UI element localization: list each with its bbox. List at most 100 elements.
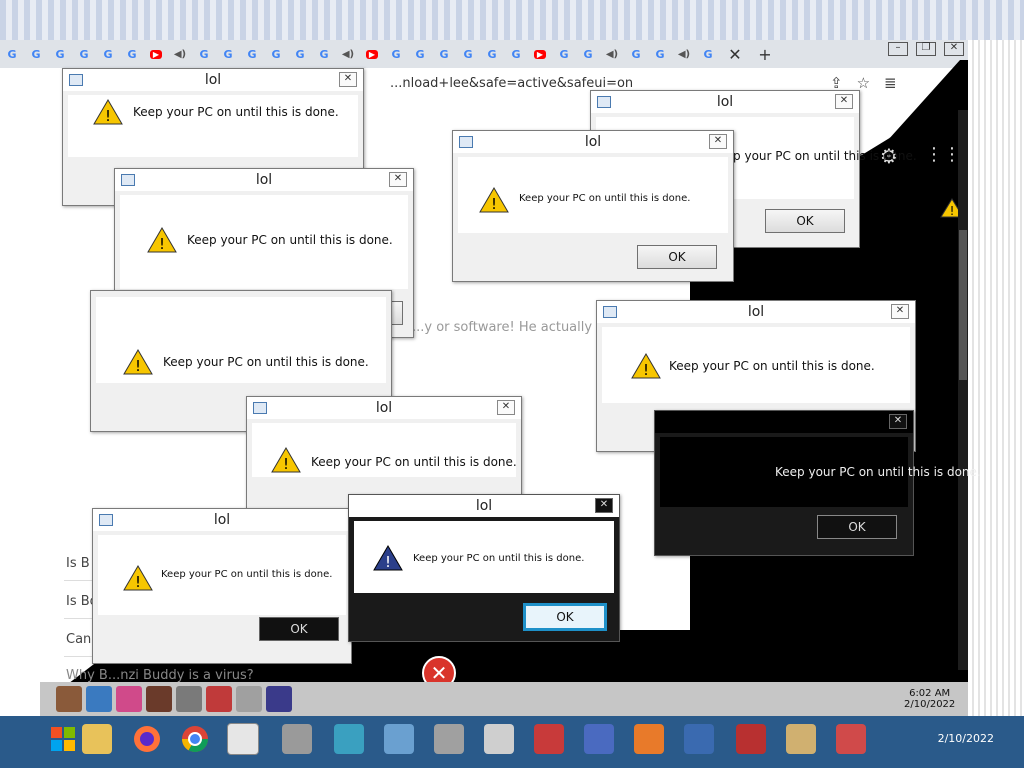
dialog-message: Keep your PC on until this is done. xyxy=(311,455,517,469)
svg-text:!: ! xyxy=(385,553,391,571)
ok-button[interactable]: OK xyxy=(637,245,717,269)
dialog-titlebar: lol ✕ xyxy=(597,301,915,323)
close-icon[interactable]: ✕ xyxy=(339,72,357,87)
app-icon[interactable] xyxy=(146,686,172,712)
firefox-logo xyxy=(134,726,160,752)
dialog-titlebar: lol ✕ xyxy=(115,169,413,191)
svg-text:!: ! xyxy=(105,107,111,125)
dialog-title: lol xyxy=(255,172,273,188)
svg-text:!: ! xyxy=(283,455,289,473)
close-icon[interactable]: ✕ xyxy=(889,414,907,429)
svg-text:!: ! xyxy=(135,357,141,375)
app-icon[interactable] xyxy=(430,720,468,758)
ghost-clock: 6:02 AM 2/10/2022 xyxy=(904,688,955,710)
scrollbar[interactable] xyxy=(958,110,968,670)
app-icon[interactable] xyxy=(116,686,142,712)
dialog-title: lol xyxy=(475,498,493,514)
close-icon[interactable]: ✕ xyxy=(709,134,727,149)
app-icon[interactable] xyxy=(782,720,820,758)
clock-time: 6:02 AM xyxy=(909,688,951,699)
dialog-title: lol xyxy=(747,304,765,320)
chrome-icon[interactable] xyxy=(176,720,214,758)
close-icon[interactable]: ✕ xyxy=(389,172,407,187)
app-icon[interactable] xyxy=(176,686,202,712)
app-icon[interactable] xyxy=(56,686,82,712)
ok-button[interactable]: OK xyxy=(765,209,845,233)
media-player-icon[interactable] xyxy=(630,720,668,758)
dialog-message: Keep your PC on until this is done. xyxy=(775,465,981,479)
app-icon[interactable] xyxy=(480,720,518,758)
svg-text:!: ! xyxy=(950,204,955,218)
app-icon[interactable] xyxy=(680,720,718,758)
dialog-message: Keep your PC on until this is done. xyxy=(163,355,369,369)
app-icon[interactable] xyxy=(266,686,292,712)
warning-icon: ! xyxy=(479,187,509,213)
message-dialog-front: lol ✕ ! Keep your PC on until this is don… xyxy=(348,494,620,642)
dialog-message: Keep your PC on until this is done. xyxy=(187,233,393,247)
dialog-message: Keep your PC on until this is done. xyxy=(133,105,339,119)
dialog-message: Keep your PC on until this is done. xyxy=(161,569,333,580)
folder-icon[interactable] xyxy=(78,720,116,758)
warning-icon: ! xyxy=(93,99,123,125)
search-snippet[interactable]: Why B...nzi Buddy is a virus? xyxy=(66,668,254,683)
app-icon[interactable] xyxy=(330,720,368,758)
dialog-titlebar: ✕ xyxy=(655,411,913,433)
app-icon[interactable] xyxy=(86,686,112,712)
svg-text:!: ! xyxy=(643,361,649,379)
warning-icon: ! xyxy=(147,227,177,253)
close-icon[interactable]: ✕ xyxy=(497,400,515,415)
message-dialog: ✕ Keep your PC on until this is done. OK xyxy=(654,410,981,556)
close-icon[interactable]: ✕ xyxy=(835,94,853,109)
toolbox-icon[interactable] xyxy=(530,720,568,758)
app-icon[interactable] xyxy=(224,720,262,758)
ok-button[interactable]: OK xyxy=(259,617,339,641)
toolbox-icon[interactable] xyxy=(732,720,770,758)
ok-button[interactable]: OK xyxy=(817,515,897,539)
start-button[interactable] xyxy=(44,720,82,758)
warning-icon: ! xyxy=(373,545,403,571)
ghost-taskbar-icons xyxy=(56,686,292,712)
windows-logo-icon xyxy=(51,727,75,751)
clock-date: 2/10/2022 xyxy=(904,699,956,710)
dialog-title: lol xyxy=(375,400,393,416)
dialog-message: Keep your PC on until this is done. xyxy=(413,553,585,564)
warning-icon: ! xyxy=(271,447,301,473)
warning-icon: ! xyxy=(123,349,153,375)
clock-date: 2/10/2022 xyxy=(937,732,994,745)
search-snippet[interactable]: Is B xyxy=(66,556,90,571)
warning-icon: ! xyxy=(631,353,661,379)
dialog-title: lol xyxy=(213,512,231,528)
system-clock[interactable]: 2/10/2022 xyxy=(938,732,994,745)
message-dialog: lol ! Keep your PC on until this is done… xyxy=(92,508,352,664)
svg-text:!: ! xyxy=(159,235,165,253)
dialog-titlebar: lol ✕ xyxy=(453,131,733,153)
svg-text:!: ! xyxy=(135,573,141,591)
svg-text:!: ! xyxy=(491,195,497,213)
dialog-title: lol xyxy=(716,94,734,110)
dialog-title: lol xyxy=(584,134,602,150)
dialog-titlebar: lol ✕ xyxy=(591,91,859,113)
close-icon[interactable]: ✕ xyxy=(595,498,613,513)
search-snippet[interactable]: Can xyxy=(66,632,91,647)
dialog-message: Keep your PC on until this is done. xyxy=(669,359,875,373)
dialog-titlebar: lol ✕ xyxy=(247,397,521,419)
glitch-stripes-right xyxy=(968,40,1024,720)
message-dialog: lol ✕ ! Keep your PC on until this is don… xyxy=(452,130,734,282)
dialog-titlebar: lol xyxy=(93,509,351,531)
firefox-icon[interactable] xyxy=(128,720,166,758)
app-icon[interactable] xyxy=(832,720,870,758)
dialog-title: lol xyxy=(204,72,222,88)
ok-button[interactable]: OK xyxy=(523,603,607,631)
chrome-logo xyxy=(181,726,209,753)
app-icon[interactable] xyxy=(580,720,618,758)
scrollbar-thumb[interactable] xyxy=(959,230,967,380)
app-icon[interactable] xyxy=(206,686,232,712)
warning-icon: ! xyxy=(123,565,153,591)
app-icon[interactable] xyxy=(380,720,418,758)
app-icon[interactable] xyxy=(236,686,262,712)
close-icon[interactable]: ✕ xyxy=(891,304,909,319)
dialog-message: Keep your PC on until this is done. xyxy=(519,193,691,204)
dialog-message: Keep your PC on until this is done. xyxy=(711,149,917,163)
microphone-icon[interactable] xyxy=(278,720,316,758)
dialog-titlebar: lol ✕ xyxy=(349,495,619,517)
